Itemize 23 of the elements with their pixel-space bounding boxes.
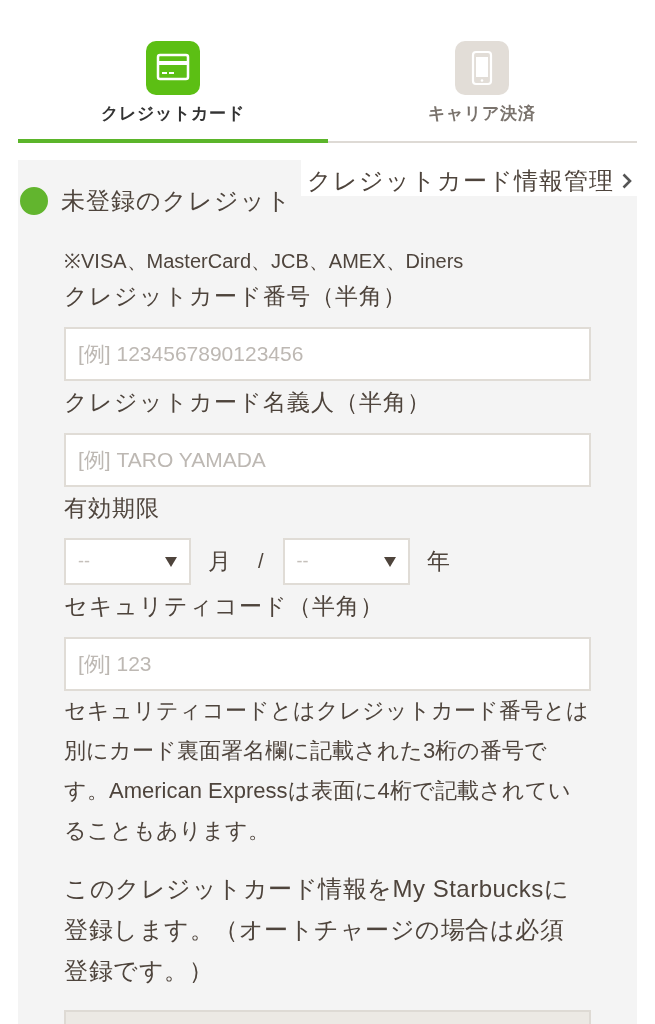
accepted-brands-text: ※VISA、MasterCard、JCB、AMEX、Diners xyxy=(64,249,465,274)
field-label: 有効期限 xyxy=(64,494,161,523)
tab[interactable]: クレジットカード xyxy=(18,41,328,143)
field-label: クレジットカード名義人（半角） xyxy=(64,388,432,417)
tab[interactable]: キャリア決済 xyxy=(327,41,637,143)
unit-label: 年 xyxy=(426,547,450,576)
card-info-link[interactable]: クレジットカード情報管理 xyxy=(301,160,637,196)
credit-card-icon xyxy=(145,41,200,95)
caret-icon xyxy=(165,556,177,567)
option-label: 未登録のクレジット xyxy=(61,186,292,216)
input-field[interactable]: [例] 1234567890123456 xyxy=(64,327,591,381)
registration-note: このクレジットカード情報をMy Starbucksに登録します。（オートチャージの場合は必須登録です。） xyxy=(64,874,571,986)
field-label: クレジットカード番号（半角） xyxy=(64,282,408,311)
security-code-note: セキュリティコードとはクレジットカード番号とは別にカード裏面署名欄に記載された3桁の番号です。American Expressは表面に4桁で記載されていることもあります。 xyxy=(64,697,590,845)
unit-label: 月 xyxy=(208,547,231,576)
radio-button[interactable] xyxy=(20,187,48,215)
separator-text: / xyxy=(258,550,264,573)
smartphone-icon xyxy=(455,41,510,95)
input-field[interactable]: [例] 123 xyxy=(64,637,591,691)
field-label: セキュリティコード（半角） xyxy=(64,592,385,621)
caret-icon xyxy=(383,556,396,567)
input-field[interactable]: [例] TARO YAMADA xyxy=(64,433,591,487)
chevron-right-icon xyxy=(622,173,632,189)
